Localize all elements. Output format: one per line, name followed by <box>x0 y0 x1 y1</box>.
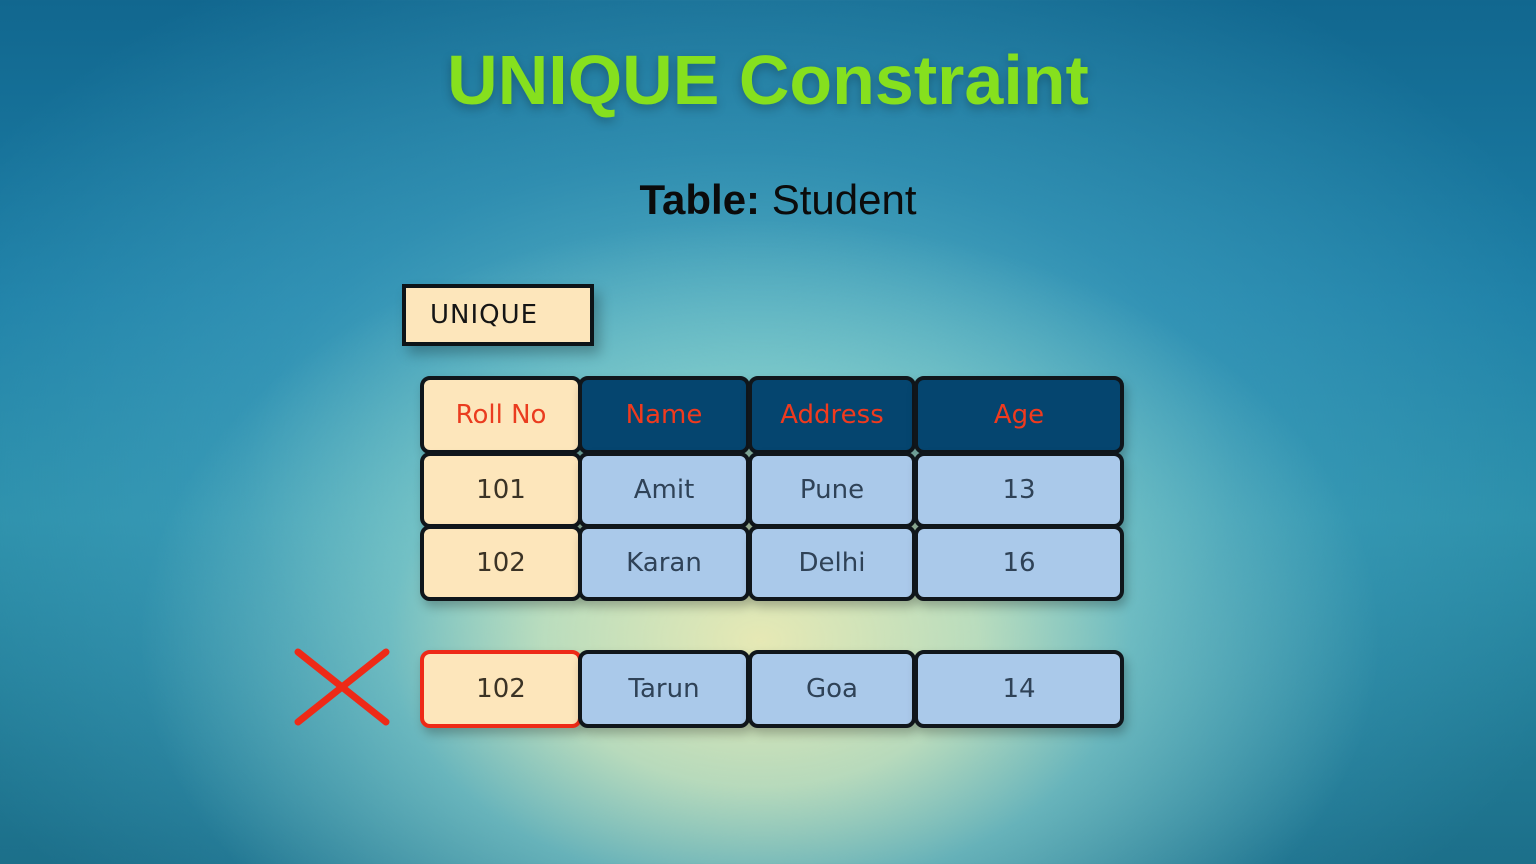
rejected-age-cell: 14 <box>914 650 1124 728</box>
duplicate-roll-no-cell: 102 <box>420 650 582 728</box>
table-caption: Table: Student <box>0 176 1536 224</box>
table-caption-label: Table: <box>639 176 761 223</box>
rejected-name-cell: Tarun <box>578 650 750 728</box>
unique-constraint-tag: UNIQUE <box>402 284 594 346</box>
column-header-address: Address <box>748 376 916 454</box>
table-cell-age: 16 <box>914 525 1124 601</box>
rejected-address-cell: Goa <box>748 650 916 728</box>
table-cell-address: Pune <box>748 452 916 528</box>
table-cell-roll-no: 101 <box>420 452 582 528</box>
cross-icon <box>294 648 390 726</box>
table-cell-age: 13 <box>914 452 1124 528</box>
table-cell-roll-no: 102 <box>420 525 582 601</box>
table-caption-name: Student <box>771 176 917 223</box>
table-cell-name: Amit <box>578 452 750 528</box>
slide-title: UNIQUE Constraint <box>447 41 1089 119</box>
table-cell-address: Delhi <box>748 525 916 601</box>
table-cell-name: Karan <box>578 525 750 601</box>
column-header-roll-no: Roll No <box>420 376 582 454</box>
column-header-age: Age <box>914 376 1124 454</box>
column-header-name: Name <box>578 376 750 454</box>
